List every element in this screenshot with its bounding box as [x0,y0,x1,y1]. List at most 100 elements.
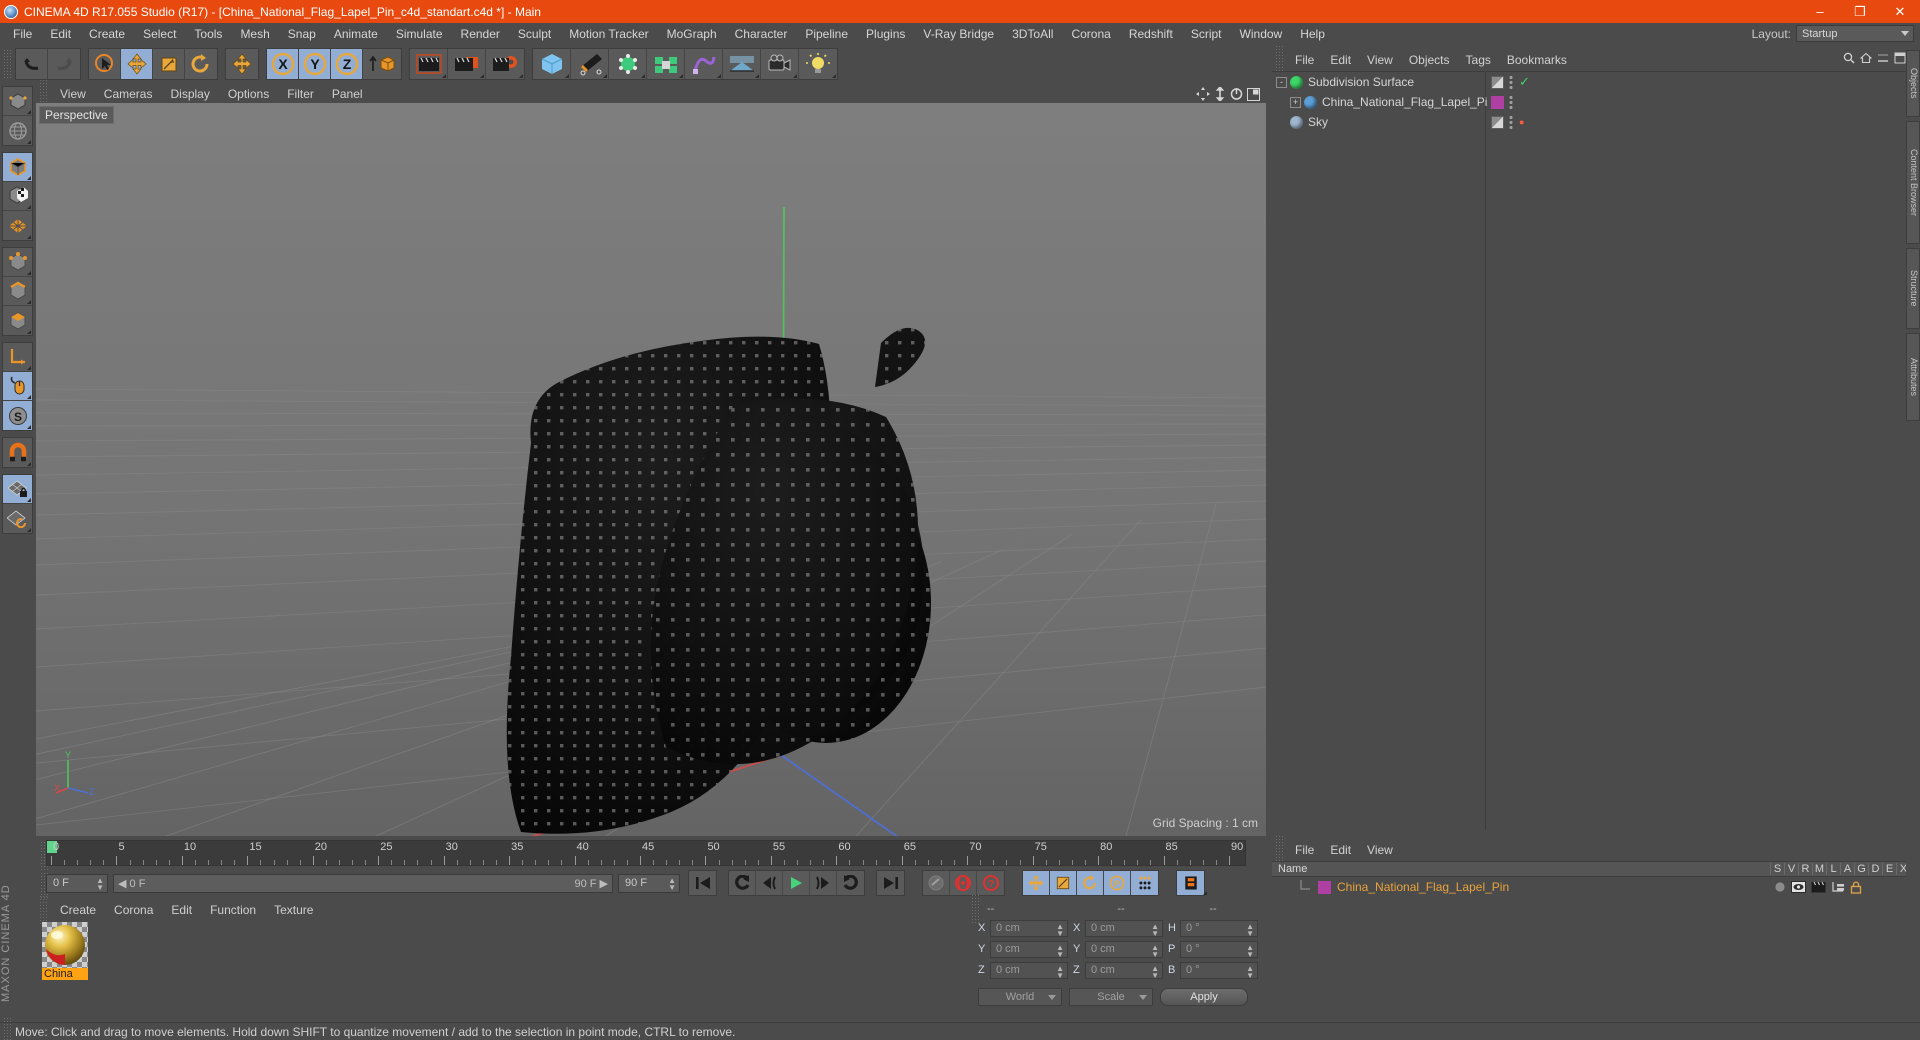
undo-button[interactable] [16,49,48,79]
render-view-button[interactable] [410,49,448,79]
menu-item-script[interactable]: Script [1182,25,1231,43]
subdivision-surface-icon[interactable] [1290,75,1303,89]
layer-icon[interactable] [1831,881,1845,893]
timeline-range-scrollbar[interactable]: ◀ 0 F 90 F ▶ [113,873,613,893]
add-camera-button[interactable] [761,49,799,79]
coord-field-rotation[interactable]: 0 ° ▲ ▼ [1180,919,1258,937]
apply-button[interactable]: Apply [1160,988,1248,1006]
lock-icon[interactable] [1850,880,1862,894]
material-manager-grip[interactable] [39,895,48,925]
material-item[interactable]: China [42,922,88,980]
enabled-check-icon[interactable]: ✓ [1519,74,1530,90]
make-editable-button[interactable] [3,87,32,116]
menu-item-select[interactable]: Select [134,25,185,43]
size-mode-dropdown[interactable]: Scale [1069,988,1153,1006]
previous-key-button[interactable] [729,871,756,895]
material-menu-create[interactable]: Create [51,902,105,918]
dolly-view-icon[interactable] [1214,87,1226,101]
object-menu-objects[interactable]: Objects [1401,52,1458,68]
max-frame-field[interactable]: 90 F ▲ ▼ [618,873,680,893]
coord-field-size[interactable]: 0 cm ▲ ▼ [1085,919,1163,937]
menu-item-window[interactable]: Window [1231,25,1292,43]
spinner-icon[interactable]: ▲ ▼ [1151,964,1159,979]
spinner-icon[interactable]: ▲ ▼ [1246,964,1254,979]
coord-field-size[interactable]: 0 cm ▲ ▼ [1085,940,1163,958]
menu-item-render[interactable]: Render [452,25,509,43]
autokeying-button[interactable] [950,871,977,895]
layer-menu-file[interactable]: File [1287,842,1322,858]
viewport-view-label[interactable]: Perspective [39,106,114,124]
viewport-menu-view[interactable]: View [51,86,95,102]
move-alt-tool[interactable] [226,49,258,79]
s-dot-icon[interactable] [1774,881,1786,893]
add-environment-button[interactable] [723,49,761,79]
parameter-key-button[interactable]: P [1104,871,1131,895]
point-level-animation-button[interactable] [1131,871,1158,895]
coord-field-position[interactable]: 0 cm ▲ ▼ [990,919,1068,937]
viewport-menu-cameras[interactable]: Cameras [95,86,162,102]
object-menu-bookmarks[interactable]: Bookmarks [1499,52,1575,68]
minimize-button[interactable]: – [1800,0,1840,23]
step-back-button[interactable] [756,871,783,895]
points-mode-button[interactable] [3,248,32,277]
visibility-dots-icon[interactable] [1508,75,1514,89]
coord-field-position[interactable]: 0 cm ▲ ▼ [990,940,1068,958]
coord-field-rotation[interactable]: 0 ° ▲ ▼ [1180,940,1258,958]
render-settings-button[interactable] [486,49,524,79]
render-to-picture-viewer-button[interactable] [448,49,486,79]
step-forward-button[interactable] [810,871,837,895]
add-spline-pen-button[interactable] [571,49,609,79]
add-mograph-array-button[interactable] [647,49,685,79]
polygon-object-icon[interactable] [1304,95,1317,109]
viewport-menu-panel[interactable]: Panel [323,86,372,102]
spinner-icon[interactable]: ▲ ▼ [1151,943,1159,958]
object-menu-file[interactable]: File [1287,52,1322,68]
lock-workplane-button[interactable] [3,475,32,504]
lock-y-axis[interactable]: Y [299,49,331,79]
enable-axis-modification-button[interactable] [3,372,32,401]
model-world-axis-button[interactable] [3,116,32,145]
material-menu-corona[interactable]: Corona [105,902,162,918]
model-mode-button[interactable] [3,153,32,182]
layer-menu-edit[interactable]: Edit [1322,842,1359,858]
coordinate-system-dropdown[interactable]: World [978,988,1062,1006]
rotation-key-button[interactable] [1077,871,1104,895]
menu-item-create[interactable]: Create [80,25,134,43]
maximize-view-icon[interactable] [1247,87,1260,101]
layer-row[interactable]: China_National_Flag_Lapel_Pin [1272,878,1910,896]
menu-item-pipeline[interactable]: Pipeline [796,25,857,43]
rotate-view-icon[interactable] [1230,87,1243,101]
coord-field-position[interactable]: 0 cm ▲ ▼ [990,961,1068,979]
add-generator-button[interactable] [609,49,647,79]
menu-item-sculpt[interactable]: Sculpt [509,25,560,43]
object-row[interactable]: + China_National_Flag_Lapel_Pin [1272,92,1494,112]
next-key-button[interactable] [837,871,864,895]
object-row[interactable]: - Subdivision Surface [1272,72,1485,92]
timeline-ruler[interactable]: 0 5 10 15 20 25 30 35 40 45 50 55 60 65 70 75 80 85 90 [46,840,1246,866]
material-tag[interactable] [1491,95,1504,109]
maximize-panel-icon[interactable] [1894,52,1906,64]
collapse-icon[interactable]: - [1276,76,1287,88]
spinner-icon[interactable]: ▲ ▼ [1246,922,1254,937]
layer-menu-view[interactable]: View [1359,842,1401,858]
go-to-start-button[interactable] [689,871,716,895]
workplane-mode-button[interactable] [3,211,32,240]
redo-button[interactable] [48,49,80,79]
spinner-icon[interactable]: ▲ ▼ [96,876,104,891]
menu-item-3dtoall[interactable]: 3DToAll [1003,25,1062,43]
object-menu-view[interactable]: View [1359,52,1401,68]
texture-mode-button[interactable] [3,182,32,211]
dock-tab-objects[interactable]: Objects [1906,50,1920,117]
spinner-icon[interactable]: ▲ ▼ [1151,922,1159,937]
viewport-menu-options[interactable]: Options [219,86,278,102]
layout-dropdown[interactable]: Startup [1796,25,1914,42]
menu-item-corona[interactable]: Corona [1062,25,1119,43]
search-icon[interactable] [1843,52,1855,64]
menu-item-v-ray-bridge[interactable]: V-Ray Bridge [914,25,1003,43]
sky-object-icon[interactable] [1290,115,1303,129]
coord-field-rotation[interactable]: 0 ° ▲ ▼ [1180,961,1258,979]
rotate-tool[interactable] [185,49,217,79]
menu-item-mograph[interactable]: MoGraph [658,25,726,43]
scale-tool[interactable] [153,49,185,79]
position-key-button[interactable] [1023,871,1050,895]
